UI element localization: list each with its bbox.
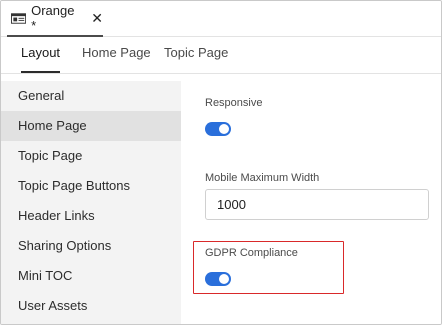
settings-sidebar: General Home Page Topic Page Topic Page … <box>1 81 181 324</box>
settings-panel: Orange * ✕ Layout Home Page Topic Page G… <box>0 0 442 325</box>
sidebar-item-mini-toc[interactable]: Mini TOC <box>1 261 181 291</box>
tab-layout[interactable]: Layout <box>21 45 61 73</box>
close-icon[interactable]: ✕ <box>91 11 103 25</box>
document-tab-bar: Orange * ✕ <box>1 1 441 37</box>
toggle-knob <box>219 124 229 134</box>
tab-bar: Layout Home Page Topic Page <box>1 38 441 74</box>
settings-content: Responsive Mobile Maximum Width GDPR Com… <box>181 81 441 324</box>
responsive-label: Responsive <box>205 97 263 109</box>
sidebar-item-home-page[interactable]: Home Page <box>1 111 181 141</box>
gdpr-compliance-label: GDPR Compliance <box>205 247 298 259</box>
sidebar-item-topic-page-buttons[interactable]: Topic Page Buttons <box>1 171 181 201</box>
tab-home-page[interactable]: Home Page <box>82 45 151 73</box>
gdpr-compliance-toggle[interactable] <box>205 272 231 286</box>
toggle-knob <box>219 274 229 284</box>
responsive-toggle[interactable] <box>205 122 231 136</box>
mobile-max-width-label: Mobile Maximum Width <box>205 172 320 184</box>
document-title: Orange * <box>31 3 75 33</box>
tab-topic-page[interactable]: Topic Page <box>164 45 228 73</box>
sidebar-item-general[interactable]: General <box>1 81 181 111</box>
sidebar-item-topic-page[interactable]: Topic Page <box>1 141 181 171</box>
sidebar-item-user-assets[interactable]: User Assets <box>1 291 181 321</box>
sidebar-item-header-links[interactable]: Header Links <box>1 201 181 231</box>
browser-window-icon <box>11 12 27 24</box>
document-tab[interactable]: Orange * ✕ <box>7 1 103 37</box>
mobile-max-width-input[interactable] <box>205 189 429 220</box>
sidebar-item-sharing-options[interactable]: Sharing Options <box>1 231 181 261</box>
